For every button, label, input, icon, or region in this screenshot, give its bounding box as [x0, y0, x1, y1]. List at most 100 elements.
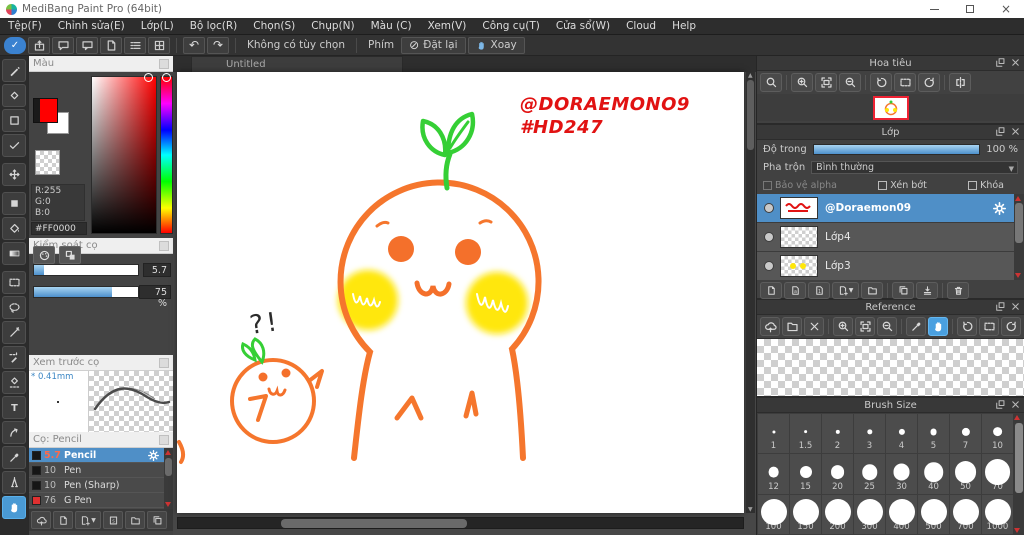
new-8bit-layer-button[interactable]: [784, 281, 806, 299]
menu-file[interactable]: Tệp(F): [0, 18, 50, 35]
popout-button[interactable]: [995, 126, 1006, 137]
fill-rect-tool[interactable]: [2, 192, 26, 215]
divider-tool[interactable]: [2, 471, 26, 494]
popout-button[interactable]: [995, 399, 1006, 410]
rotate-view-button[interactable]: Xoay: [467, 36, 525, 54]
move-tool[interactable]: [2, 163, 26, 186]
canvas-vertical-scrollbar[interactable]: ▲ ▼: [746, 72, 755, 513]
dot-pen-tool[interactable]: [2, 134, 26, 157]
ref-fit-button[interactable]: [855, 317, 875, 336]
scroll-down-icon[interactable]: ▼: [748, 506, 753, 513]
layer-visibility-toggle[interactable]: [765, 204, 773, 212]
message-button[interactable]: [76, 36, 98, 54]
redo-button[interactable]: ↷: [207, 36, 229, 54]
menu-help[interactable]: Help: [664, 18, 704, 35]
close-panel-button[interactable]: [1010, 399, 1021, 410]
comment-button[interactable]: [52, 36, 74, 54]
delete-layer-button[interactable]: [947, 281, 969, 299]
reference-view[interactable]: [757, 338, 1024, 396]
list-button[interactable]: [124, 36, 146, 54]
brush-list-scrollbar[interactable]: [164, 448, 173, 509]
canvas-horizontal-scrollbar[interactable]: [177, 517, 744, 529]
select-eraser-tool[interactable]: [2, 371, 26, 394]
saturation-value-picker[interactable]: [91, 73, 157, 234]
brush-size-option[interactable]: 3: [854, 414, 885, 454]
layer-folder-button[interactable]: [861, 281, 883, 299]
ref-zoom-out-button[interactable]: [877, 317, 897, 336]
document-tab[interactable]: Untitled: [191, 56, 403, 72]
ref-import-button[interactable]: [760, 317, 780, 336]
menu-view[interactable]: Xem(V): [420, 18, 475, 35]
eraser-tool[interactable]: [2, 84, 26, 107]
zoom-out-button[interactable]: [839, 73, 861, 92]
menu-tools[interactable]: Công cụ(T): [474, 18, 547, 35]
ref-hand-button[interactable]: [928, 317, 948, 336]
close-panel-button[interactable]: [1010, 57, 1021, 68]
select-tool[interactable]: [2, 271, 26, 294]
zoom-in-button[interactable]: [791, 73, 813, 92]
gradient-tool[interactable]: [2, 242, 26, 265]
lock-checkbox[interactable]: Khóa: [968, 180, 1004, 191]
sv-cursor[interactable]: [144, 73, 153, 82]
brush-size-slider[interactable]: [33, 264, 139, 276]
transparent-color-swatch[interactable]: [35, 150, 60, 175]
brush-size-option[interactable]: 50: [950, 454, 981, 494]
scrollbar-thumb[interactable]: [281, 519, 467, 528]
new-layer-button[interactable]: [760, 281, 782, 299]
operation-tool[interactable]: [2, 421, 26, 444]
new-1bit-layer-button[interactable]: [808, 281, 830, 299]
script-brush-button[interactable]: [103, 511, 123, 529]
brush-size-option[interactable]: 500: [918, 494, 949, 534]
select-pen-tool[interactable]: [2, 346, 26, 369]
scrollbar-thumb[interactable]: [165, 458, 172, 476]
menu-cloud[interactable]: Cloud: [618, 18, 664, 35]
brush-size-option[interactable]: 4: [886, 414, 917, 454]
brush-folder-button[interactable]: [125, 511, 145, 529]
navigator-thumbnail[interactable]: [872, 95, 909, 120]
menu-layer[interactable]: Lớp(L): [133, 18, 182, 35]
brush-size-option[interactable]: 12: [758, 454, 789, 494]
rotate-left-button[interactable]: [870, 73, 892, 92]
ref-eyedropper-button[interactable]: [906, 317, 926, 336]
blend-mode-select[interactable]: Bình thường ▼: [811, 160, 1018, 174]
brush-size-option[interactable]: 1.5: [790, 414, 821, 454]
drawing-canvas[interactable]: @DORAEMONO9 #HD247 ?!: [177, 72, 744, 513]
brush-size-option[interactable]: 15: [790, 454, 821, 494]
brush-cloud-button[interactable]: [31, 511, 51, 529]
duplicate-layer-button[interactable]: [892, 281, 914, 299]
layer-visibility-toggle[interactable]: [765, 233, 773, 241]
layer-visibility-toggle[interactable]: [765, 262, 773, 270]
ref-clear-button[interactable]: [804, 317, 824, 336]
lasso-tool[interactable]: [2, 296, 26, 319]
layer-settings-button[interactable]: [993, 202, 1006, 215]
brush-item-pencil[interactable]: 5.7 Pencil: [29, 448, 173, 463]
close-panel-button[interactable]: [1010, 126, 1021, 137]
menu-filter[interactable]: Bộ lọc(R): [182, 18, 246, 35]
layer-row-4[interactable]: Lớp4: [757, 223, 1024, 252]
scroll-up-icon[interactable]: [165, 450, 171, 455]
popout-button[interactable]: [995, 301, 1006, 312]
duplicate-brush-button[interactable]: [147, 511, 167, 529]
brush-size-option[interactable]: 1: [758, 414, 789, 454]
foreground-color-swatch[interactable]: [33, 98, 58, 123]
brush-settings-button[interactable]: [148, 450, 159, 461]
menu-color[interactable]: Màu (C): [363, 18, 420, 35]
brush-item-pen[interactable]: 10 Pen: [29, 463, 173, 478]
add-brush-button[interactable]: [53, 511, 73, 529]
hue-cursor[interactable]: [162, 73, 171, 82]
brush-item-g-pen[interactable]: 76 G Pen: [29, 493, 173, 508]
clipping-checkbox[interactable]: Xén bớt: [878, 180, 927, 191]
scrollbar-thumb[interactable]: [1014, 423, 1023, 493]
text-tool[interactable]: [2, 396, 26, 419]
brush-size-option[interactable]: 30: [886, 454, 917, 494]
panel-menu-icon[interactable]: [159, 434, 169, 445]
merge-layer-button[interactable]: [916, 281, 938, 299]
flip-view-button[interactable]: [949, 73, 971, 92]
ref-rotate-left-button[interactable]: [957, 317, 977, 336]
publish-button[interactable]: [28, 36, 50, 54]
ref-open-button[interactable]: [782, 317, 802, 336]
zoom-reset-button[interactable]: [760, 73, 782, 92]
brush-item-pen-sharp[interactable]: 10 Pen (Sharp): [29, 478, 173, 493]
maximize-button[interactable]: [952, 0, 988, 18]
scrollbar-thumb[interactable]: [1015, 203, 1023, 243]
